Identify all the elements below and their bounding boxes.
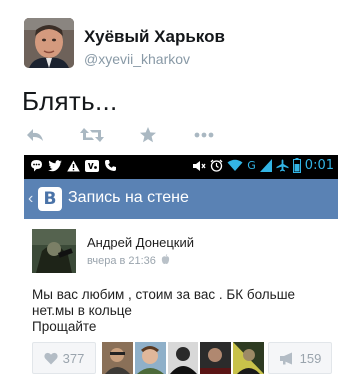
liker-avatar[interactable] bbox=[134, 342, 166, 374]
retweet-button[interactable] bbox=[79, 124, 105, 146]
liker-avatar[interactable] bbox=[200, 342, 232, 374]
megaphone-icon bbox=[279, 352, 292, 364]
like-count: 377 bbox=[62, 350, 85, 366]
author-name[interactable]: Хуёвый Харьков bbox=[84, 27, 225, 47]
apple-icon bbox=[161, 254, 170, 264]
more-button[interactable] bbox=[193, 124, 215, 146]
vk-app-bar: ‹ В Запись на стене bbox=[24, 179, 338, 219]
post-author-avatar[interactable] bbox=[32, 229, 76, 273]
wifi-icon bbox=[227, 159, 243, 171]
liker-avatar[interactable] bbox=[167, 342, 199, 374]
star-icon bbox=[140, 127, 156, 143]
share-count: 159 bbox=[299, 350, 322, 366]
post-timestamp: вчера в 21:36 bbox=[87, 254, 170, 267]
page-title: Запись на стене bbox=[68, 189, 189, 206]
back-chevron-icon[interactable]: ‹ bbox=[28, 190, 33, 208]
signal-icon bbox=[259, 159, 272, 172]
author-avatar[interactable] bbox=[24, 18, 74, 68]
vk-icon bbox=[85, 159, 99, 172]
share-button[interactable]: 159 bbox=[268, 342, 332, 374]
airplane-icon bbox=[276, 159, 289, 172]
post-text-line: Прощайте bbox=[32, 319, 97, 334]
heart-icon bbox=[44, 352, 58, 364]
tweet-actions bbox=[24, 124, 224, 148]
status-time: 0:01 bbox=[304, 158, 334, 173]
post-footer: 377 159 bbox=[32, 342, 332, 376]
more-icon bbox=[194, 132, 214, 138]
liker-avatar[interactable] bbox=[233, 342, 264, 374]
battery-icon bbox=[292, 158, 301, 173]
post-text-line: Мы вас любим , стоим за вас . БК больше bbox=[32, 287, 296, 302]
post-author-name[interactable]: Андрей Донецкий bbox=[87, 235, 194, 250]
likers-list bbox=[102, 342, 264, 374]
attached-screenshot[interactable]: G 0:01 ‹ В Запись на стене Андрей Донецк… bbox=[24, 155, 338, 378]
alarm-icon bbox=[210, 159, 223, 172]
reply-icon bbox=[27, 129, 43, 141]
post-text-line: нет.мы в кольце bbox=[32, 303, 132, 318]
android-status-bar: G 0:01 bbox=[24, 155, 338, 179]
tweet-header: Хуёвый Харьков @xyevii_kharkov bbox=[24, 18, 334, 70]
retweet-icon bbox=[80, 128, 104, 142]
like-button[interactable]: 377 bbox=[32, 342, 96, 374]
author-handle[interactable]: @xyevii_kharkov bbox=[84, 51, 190, 67]
post-time-text: вчера в 21:36 bbox=[87, 255, 156, 267]
liker-avatar[interactable] bbox=[102, 342, 133, 374]
favorite-button[interactable] bbox=[137, 124, 159, 146]
warning-icon bbox=[67, 160, 80, 171]
tweet-text: Блять... bbox=[22, 86, 118, 116]
network-type: G bbox=[247, 159, 256, 172]
mute-icon bbox=[193, 160, 206, 171]
phone-icon bbox=[105, 160, 116, 171]
chat-icon bbox=[31, 160, 42, 172]
vk-logo[interactable]: В bbox=[38, 187, 62, 211]
twitter-icon bbox=[48, 159, 62, 171]
post-text: Мы вас любим , стоим за вас . БК больше … bbox=[32, 287, 332, 335]
reply-button[interactable] bbox=[24, 124, 46, 146]
